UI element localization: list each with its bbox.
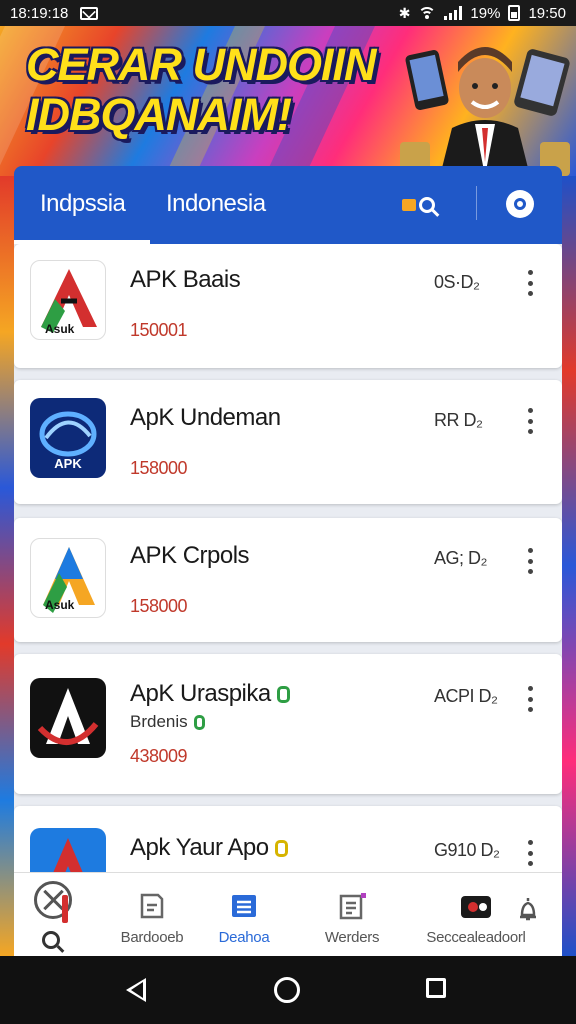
app-download-count: 438009	[130, 746, 188, 766]
system-navigation-bar	[0, 956, 576, 1024]
svg-text:Asuk: Asuk	[45, 598, 75, 612]
status-bar: 18:19:18 ✱ 19% 19:50	[0, 0, 576, 26]
back-icon[interactable]	[126, 978, 146, 1002]
app-name: ApK Uraspika	[130, 680, 290, 708]
status-time-left: 18:19:18	[10, 4, 69, 22]
svg-text:APK: APK	[54, 456, 82, 471]
nav-item-werders[interactable]: Werders	[310, 873, 394, 957]
tab-indpssia[interactable]: Indpssia	[40, 190, 126, 218]
app-subtitle-text: Brdenis	[130, 712, 188, 731]
bluetooth-icon: ✱	[398, 4, 411, 21]
svg-text:Asuk: Asuk	[45, 322, 75, 336]
battery-icon	[508, 5, 521, 21]
nav-label: Deahoa	[218, 929, 270, 946]
app-meta: AG; D₂	[434, 548, 488, 568]
mascot-illustration	[400, 47, 570, 176]
overflow-menu-icon[interactable]	[522, 686, 538, 712]
nav-item-deahoa[interactable]: Deahoa	[204, 873, 284, 957]
app-download-count: 158000	[130, 458, 188, 478]
nav-search-icon[interactable]	[42, 931, 60, 949]
apk-baais-icon: Asuk	[30, 260, 106, 340]
tab-divider	[476, 186, 477, 220]
recents-icon[interactable]	[426, 978, 446, 998]
nav-item-bardooeb[interactable]: Bardooeb	[100, 873, 204, 957]
fab-accent	[62, 895, 68, 923]
app-name: APK Crpols	[130, 542, 250, 569]
app-list[interactable]: Asuk APK Baais 150001 0S·D₂ APK ApK Unde…	[14, 244, 562, 956]
apk-uraspika-icon	[30, 678, 106, 758]
list-item[interactable]: Asuk APK Crpols 158000 AG; D₂	[14, 518, 562, 642]
overflow-menu-icon[interactable]	[522, 270, 538, 296]
list-item[interactable]: Asuk APK Baais 150001 0S·D₂	[14, 244, 562, 368]
overflow-menu-icon[interactable]	[522, 840, 538, 866]
app-meta: 0S·D₂	[434, 272, 480, 292]
verified-badge-icon	[193, 715, 205, 731]
app-subtitle: Brdenis	[130, 712, 205, 732]
banner-title-line2: IDBQANAIM!	[26, 89, 292, 140]
overflow-menu-icon[interactable]	[522, 408, 538, 434]
background-right-edge	[560, 176, 576, 956]
profile-search-button[interactable]	[506, 190, 534, 218]
banner-title: CERAR UNDOIIN IDBQANAIM!	[26, 40, 386, 140]
list-item[interactable]: APK ApK Undeman 158000 RR D₂	[14, 380, 562, 504]
notes-icon	[339, 893, 366, 920]
account-search-icon	[514, 198, 526, 210]
promo-banner[interactable]: CERAR UNDOIIN IDBQANAIM!	[0, 26, 576, 176]
app-name: APK Baais	[130, 266, 241, 293]
nav-label: Werders	[324, 929, 380, 946]
list-item[interactable]: ApK Uraspika Brdenis 438009 ACPI D₂	[14, 654, 562, 794]
camera-icon	[461, 896, 491, 918]
home-icon[interactable]	[274, 977, 300, 1003]
status-clock: 19:50	[528, 4, 566, 22]
tab-indonesia[interactable]: Indonesia	[166, 190, 266, 218]
app-name: ApK Undeman	[130, 404, 281, 431]
document-icon	[140, 893, 164, 919]
nav-label: Seccealeadoorl	[426, 929, 526, 946]
flag-chip-icon	[402, 199, 416, 211]
search-icon	[419, 197, 435, 213]
battery-percent: 19%	[470, 4, 501, 22]
app-meta: RR D₂	[434, 410, 483, 430]
search-button[interactable]	[402, 190, 448, 220]
verified-badge-icon	[274, 840, 288, 858]
app-meta: G910 D₂	[434, 840, 500, 860]
app-name: Apk Yaur Apo	[130, 834, 288, 862]
app-meta: ACPI D₂	[434, 686, 498, 706]
app-download-count: 150001	[130, 320, 188, 340]
apk-undeman-icon: APK	[30, 398, 106, 478]
bottom-navigation: Bardooeb Deahoa Werders Seccealeadoorl	[14, 872, 562, 956]
apk-crpols-icon: Asuk	[30, 538, 106, 618]
signal-icon	[444, 6, 463, 20]
nav-label: Bardooeb	[120, 929, 184, 946]
mail-icon	[80, 6, 99, 20]
bell-icon[interactable]	[516, 895, 540, 923]
app-name-text: ApK Uraspika	[130, 680, 271, 707]
app-name-text: Apk Yaur Apo	[130, 834, 269, 861]
app-download-count: 158000	[130, 596, 188, 616]
overflow-menu-icon[interactable]	[522, 548, 538, 574]
top-tab-bar: Indpssia Indonesia	[14, 166, 562, 244]
banner-title-line1: CERAR UNDOIIN	[26, 39, 377, 90]
wifi-icon	[418, 6, 437, 20]
verified-badge-icon	[276, 686, 290, 704]
list-icon	[232, 895, 256, 917]
